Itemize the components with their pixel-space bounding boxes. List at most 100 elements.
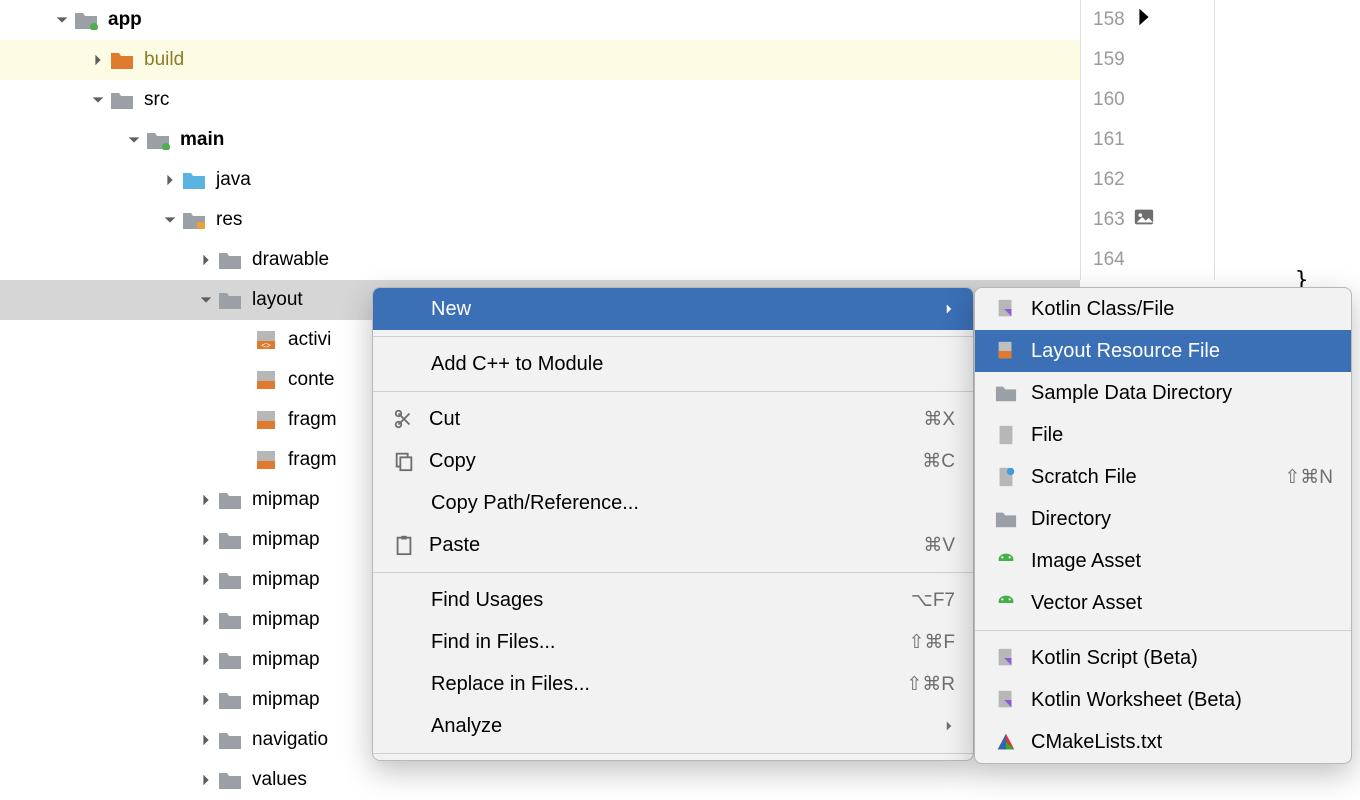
menu-label: File — [1031, 424, 1333, 447]
tree-item-main[interactable]: main — [0, 120, 1080, 160]
tree-label: mipmap — [252, 649, 320, 671]
gutter-line[interactable]: 158 — [1081, 0, 1214, 40]
menu-item-vector-asset[interactable]: Vector Asset — [975, 582, 1351, 624]
menu-item-scratch-file[interactable]: Scratch File ⇧⌘N — [975, 456, 1351, 498]
tree-item-build[interactable]: build — [0, 40, 1080, 80]
chevron-right-icon[interactable] — [158, 168, 182, 192]
chevron-right-icon[interactable] — [194, 488, 218, 512]
gutter-number: 160 — [1093, 89, 1125, 111]
chevron-down-icon[interactable] — [194, 288, 218, 312]
context-menu[interactable]: New Add C++ to Module Cut ⌘X Copy ⌘C Cop… — [372, 287, 974, 761]
tree-label: res — [216, 209, 242, 231]
chevron-right-icon — [943, 298, 955, 321]
menu-label: Sample Data Directory — [1031, 382, 1333, 405]
menu-item-paste[interactable]: Paste ⌘V — [373, 524, 973, 566]
menu-item-cmakelists[interactable]: CMakeLists.txt — [975, 721, 1351, 763]
gutter-line[interactable]: 159 — [1081, 40, 1214, 80]
copy-icon — [391, 448, 417, 474]
tree-label: drawable — [252, 249, 329, 271]
gutter-number: 159 — [1093, 49, 1125, 71]
chevron-down-icon[interactable] — [86, 88, 110, 112]
tree-label: src — [144, 89, 169, 111]
menu-item-directory[interactable]: Directory — [975, 498, 1351, 540]
gutter-run-icon[interactable] — [1133, 6, 1155, 34]
menu-item-new[interactable]: New — [373, 288, 973, 330]
gutter-line[interactable]: 161 — [1081, 120, 1214, 160]
tree-label: conte — [288, 369, 334, 391]
menu-item-find-in-files[interactable]: Find in Files... ⇧⌘F — [373, 621, 973, 663]
menu-item-file[interactable]: File — [975, 414, 1351, 456]
menu-label: Replace in Files... — [431, 673, 906, 696]
menu-item-cut[interactable]: Cut ⌘X — [373, 398, 973, 440]
gutter-line[interactable]: 162 — [1081, 160, 1214, 200]
chevron-right-icon[interactable] — [194, 608, 218, 632]
chevron-right-icon[interactable] — [194, 568, 218, 592]
menu-shortcut: ⌥F7 — [911, 589, 955, 612]
menu-separator — [373, 336, 973, 337]
tree-item-java[interactable]: java — [0, 160, 1080, 200]
chevron-right-icon[interactable] — [194, 248, 218, 272]
menu-item-find-usages[interactable]: Find Usages ⌥F7 — [373, 579, 973, 621]
menu-separator — [373, 391, 973, 392]
folder-icon — [218, 770, 242, 790]
tree-label: mipmap — [252, 569, 320, 591]
chevron-right-icon[interactable] — [194, 728, 218, 752]
tree-label: mipmap — [252, 609, 320, 631]
chevron-right-icon[interactable] — [194, 768, 218, 792]
tree-label: navigatio — [252, 729, 328, 751]
gutter-line[interactable]: 163 — [1081, 200, 1214, 240]
folder-icon — [110, 90, 134, 110]
menu-item-replace-in-files[interactable]: Replace in Files... ⇧⌘R — [373, 663, 973, 705]
menu-label: Vector Asset — [1031, 592, 1333, 615]
menu-label: Cut — [429, 408, 923, 431]
build-folder-icon — [110, 50, 134, 70]
menu-item-kotlin-worksheet[interactable]: Kotlin Worksheet (Beta) — [975, 679, 1351, 721]
menu-label: Image Asset — [1031, 550, 1333, 573]
file-icon — [993, 422, 1019, 448]
context-submenu-new[interactable]: Kotlin Class/File Layout Resource File S… — [974, 287, 1352, 764]
gutter-number: 161 — [1093, 129, 1125, 151]
tree-label: mipmap — [252, 689, 320, 711]
menu-label: New — [431, 298, 943, 321]
gutter-number: 162 — [1093, 169, 1125, 191]
menu-item-sample-data[interactable]: Sample Data Directory — [975, 372, 1351, 414]
menu-label: Paste — [429, 534, 923, 557]
menu-item-image-asset[interactable]: Image Asset — [975, 540, 1351, 582]
tree-label: java — [216, 169, 251, 191]
folder-icon — [218, 490, 242, 510]
menu-shortcut: ⇧⌘R — [906, 673, 955, 696]
menu-item-analyze[interactable]: Analyze — [373, 705, 973, 747]
menu-item-kotlin-class[interactable]: Kotlin Class/File — [975, 288, 1351, 330]
chevron-down-icon[interactable] — [122, 128, 146, 152]
tree-item-values[interactable]: values — [0, 760, 1080, 800]
tree-item-src[interactable]: src — [0, 80, 1080, 120]
menu-item-layout-resource-file[interactable]: Layout Resource File — [975, 330, 1351, 372]
tree-item-app[interactable]: app — [0, 0, 1080, 40]
menu-item-kotlin-script[interactable]: Kotlin Script (Beta) — [975, 637, 1351, 679]
android-icon — [993, 590, 1019, 616]
menu-label: Kotlin Class/File — [1031, 298, 1333, 321]
chevron-right-icon[interactable] — [194, 688, 218, 712]
gutter-number: 163 — [1093, 209, 1125, 231]
image-icon[interactable] — [1133, 206, 1155, 234]
menu-label: Directory — [1031, 508, 1333, 531]
tree-item-res[interactable]: res — [0, 200, 1080, 240]
chevron-down-icon[interactable] — [50, 8, 74, 32]
menu-item-copy[interactable]: Copy ⌘C — [373, 440, 973, 482]
menu-label: Copy — [429, 450, 922, 473]
gutter-line[interactable]: 164 — [1081, 240, 1214, 280]
chevron-right-icon[interactable] — [194, 648, 218, 672]
tree-item-drawable[interactable]: drawable — [0, 240, 1080, 280]
menu-item-add-cpp[interactable]: Add C++ to Module — [373, 343, 973, 385]
menu-shortcut: ⌘X — [923, 408, 955, 431]
menu-shortcut: ⌘C — [922, 450, 955, 473]
chevron-right-icon[interactable] — [194, 528, 218, 552]
tree-label: app — [108, 9, 142, 31]
chevron-right-icon[interactable] — [86, 48, 110, 72]
arrow-spacer — [230, 448, 254, 472]
chevron-down-icon[interactable] — [158, 208, 182, 232]
layout-xml-icon: <> — [254, 330, 278, 350]
menu-item-copy-path[interactable]: Copy Path/Reference... — [373, 482, 973, 524]
scratch-file-icon — [993, 464, 1019, 490]
gutter-line[interactable]: 160 — [1081, 80, 1214, 120]
